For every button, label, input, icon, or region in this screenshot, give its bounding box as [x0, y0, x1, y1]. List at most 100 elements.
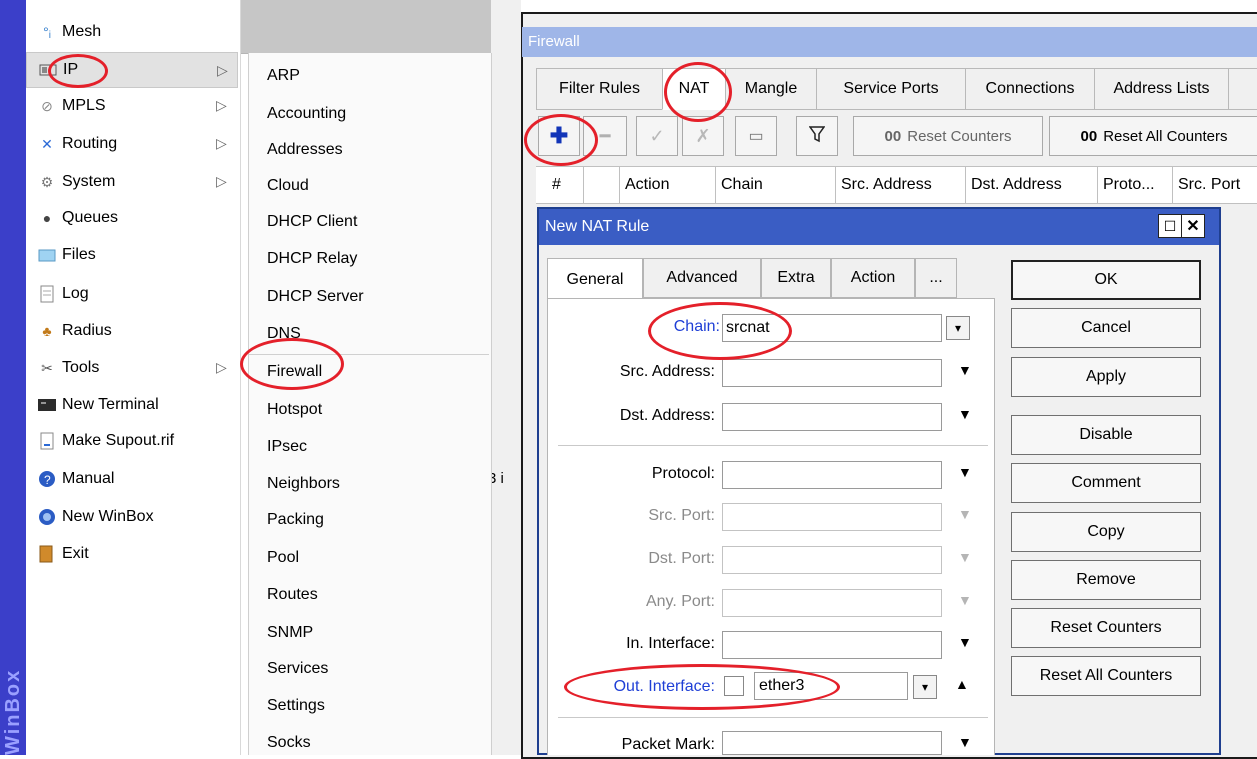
menu-item-new-terminal[interactable]: New Terminal: [26, 387, 240, 423]
menu-item-system[interactable]: ⚙ System ▷: [26, 164, 240, 200]
column-header-blank[interactable]: [584, 167, 620, 203]
any-port-dropdown-icon[interactable]: ▼: [958, 592, 972, 608]
tab-overflow[interactable]: [1228, 68, 1257, 110]
submenu-item-packing[interactable]: Packing: [267, 511, 487, 529]
dst-address-input[interactable]: [722, 403, 942, 431]
submenu-item-services[interactable]: Services: [267, 660, 487, 678]
submenu-item-routes[interactable]: Routes: [267, 586, 487, 604]
tab-connections[interactable]: Connections: [965, 68, 1095, 110]
chain-dropdown-icon[interactable]: ▾: [946, 316, 970, 340]
tab-more[interactable]: ...: [915, 258, 957, 298]
apply-button[interactable]: Apply: [1011, 357, 1201, 397]
column-header-dst-address[interactable]: Dst. Address: [966, 167, 1098, 203]
column-header-protocol[interactable]: Proto...: [1098, 167, 1173, 203]
in-interface-input[interactable]: [722, 631, 942, 659]
tab-filter-rules[interactable]: Filter Rules: [536, 68, 663, 110]
menu-item-tools[interactable]: ✂ Tools ▷: [26, 350, 240, 386]
column-header-src-address[interactable]: Src. Address: [836, 167, 966, 203]
disable-rule-button[interactable]: Disable: [1011, 415, 1201, 455]
packet-mark-dropdown-icon[interactable]: ▼: [958, 734, 972, 750]
submenu-item-ipsec[interactable]: IPsec: [267, 438, 487, 456]
enable-button[interactable]: ✓: [636, 116, 678, 156]
out-interface-negate-checkbox[interactable]: [724, 676, 744, 696]
menu-item-files[interactable]: Files: [26, 237, 240, 273]
out-interface-select[interactable]: ether3: [754, 672, 908, 700]
disable-button[interactable]: ✗: [682, 116, 724, 156]
column-header-src-port[interactable]: Src. Port: [1173, 167, 1257, 203]
menu-item-log[interactable]: Log: [26, 276, 240, 312]
src-port-dropdown-icon[interactable]: ▼: [958, 506, 972, 522]
tab-service-ports[interactable]: Service Ports: [816, 68, 966, 110]
in-interface-dropdown-icon[interactable]: ▼: [958, 634, 972, 650]
tab-general[interactable]: General: [547, 258, 643, 300]
firewall-title-bar[interactable]: Firewall: [522, 27, 1257, 57]
ok-button[interactable]: OK: [1011, 260, 1201, 300]
menu-item-ip[interactable]: IP ▷: [26, 52, 238, 88]
menu-item-routing[interactable]: ✕ Routing ▷: [26, 126, 240, 162]
out-interface-dropdown-icon[interactable]: ▾: [913, 675, 937, 699]
tab-nat[interactable]: NAT: [662, 68, 726, 110]
menu-item-queues[interactable]: ● Queues: [26, 200, 240, 236]
close-icon[interactable]: ✕: [1181, 214, 1205, 238]
remove-rule-button[interactable]: Remove: [1011, 560, 1201, 600]
column-header-number[interactable]: #: [536, 167, 584, 203]
submenu-item-hotspot[interactable]: Hotspot: [267, 401, 487, 419]
submenu-item-socks[interactable]: Socks: [267, 734, 487, 752]
tab-extra[interactable]: Extra: [761, 258, 831, 298]
tab-mangle[interactable]: Mangle: [725, 68, 817, 110]
submenu-item-arp[interactable]: ARP: [267, 67, 487, 85]
submenu-item-firewall[interactable]: Firewall: [267, 363, 487, 381]
copy-button[interactable]: Copy: [1011, 512, 1201, 552]
out-interface-remove-icon[interactable]: ▲: [955, 676, 969, 692]
maximize-icon[interactable]: ☐: [1158, 214, 1182, 238]
menu-item-label: Radius: [62, 322, 112, 339]
comment-rule-button[interactable]: Comment: [1011, 463, 1201, 503]
any-port-input[interactable]: [722, 589, 942, 617]
filter-button[interactable]: [796, 116, 838, 156]
src-address-input[interactable]: [722, 359, 942, 387]
dst-port-dropdown-icon[interactable]: ▼: [958, 549, 972, 565]
reset-counters-button[interactable]: 00 Reset Counters: [853, 116, 1043, 156]
reset-counters-rule-button[interactable]: Reset Counters: [1011, 608, 1201, 648]
protocol-input[interactable]: [722, 461, 942, 489]
submenu-item-addresses[interactable]: Addresses: [267, 141, 487, 159]
submenu-item-snmp[interactable]: SNMP: [267, 624, 487, 642]
comment-button[interactable]: ▭: [735, 116, 777, 156]
src-port-input[interactable]: [722, 503, 942, 531]
submenu-item-dhcp-server[interactable]: DHCP Server: [267, 288, 487, 306]
menu-item-make-supout[interactable]: Make Supout.rif: [26, 423, 240, 459]
dst-address-dropdown-icon[interactable]: ▼: [958, 406, 972, 422]
menu-item-mesh[interactable]: °ᵢ Mesh: [26, 14, 240, 50]
submenu-item-cloud[interactable]: Cloud: [267, 177, 487, 195]
submenu-item-neighbors[interactable]: Neighbors: [267, 475, 487, 493]
cancel-button[interactable]: Cancel: [1011, 308, 1201, 348]
nat-dialog-title-bar[interactable]: New NAT Rule ☐ ✕: [539, 209, 1219, 245]
submenu-item-dns[interactable]: DNS: [267, 325, 487, 343]
submenu-item-pool[interactable]: Pool: [267, 549, 487, 567]
menu-item-exit[interactable]: Exit: [26, 536, 240, 572]
column-header-chain[interactable]: Chain: [716, 167, 836, 203]
minus-icon: ━: [599, 125, 611, 146]
menu-item-mpls[interactable]: ⊘ MPLS ▷: [26, 88, 240, 124]
menu-item-label: Log: [62, 285, 89, 302]
submenu-item-settings[interactable]: Settings: [267, 697, 487, 715]
tab-advanced[interactable]: Advanced: [643, 258, 761, 298]
packet-mark-input[interactable]: [722, 731, 942, 755]
reset-all-counters-rule-button[interactable]: Reset All Counters: [1011, 656, 1201, 696]
src-address-dropdown-icon[interactable]: ▼: [958, 362, 972, 378]
protocol-dropdown-icon[interactable]: ▼: [958, 464, 972, 480]
chain-select[interactable]: srcnat: [722, 314, 942, 342]
menu-item-manual[interactable]: ? Manual: [26, 461, 240, 497]
submenu-item-accounting[interactable]: Accounting: [267, 105, 487, 123]
tab-address-lists[interactable]: Address Lists: [1094, 68, 1229, 110]
remove-button[interactable]: ━: [583, 116, 627, 156]
tab-action[interactable]: Action: [831, 258, 915, 298]
dst-port-input[interactable]: [722, 546, 942, 574]
menu-item-new-winbox[interactable]: New WinBox: [26, 499, 240, 535]
column-header-action[interactable]: Action: [620, 167, 716, 203]
reset-all-counters-button[interactable]: 00 Reset All Counters: [1049, 116, 1257, 156]
add-button[interactable]: ✚: [538, 116, 580, 156]
submenu-item-dhcp-client[interactable]: DHCP Client: [267, 213, 487, 231]
submenu-item-dhcp-relay[interactable]: DHCP Relay: [267, 250, 487, 268]
menu-item-radius[interactable]: ♣ Radius: [26, 313, 240, 349]
